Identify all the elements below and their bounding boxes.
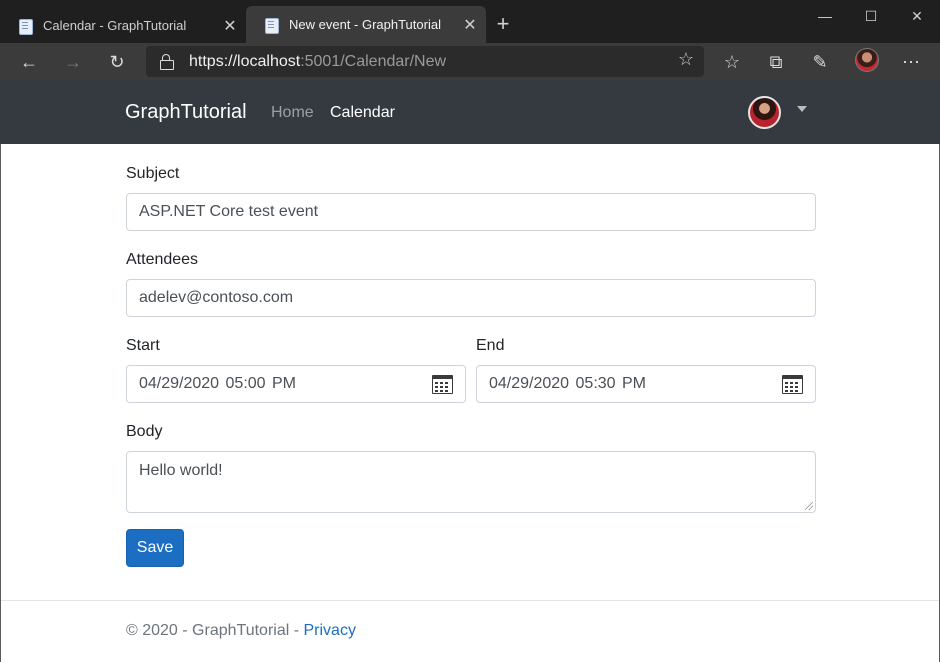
- maximize-icon[interactable]: ☐: [848, 6, 894, 26]
- start-datetime-input[interactable]: 04/29/2020 05:00 PM: [126, 365, 466, 403]
- body-label: Body: [126, 423, 163, 440]
- footer-copyright: © 2020 - GraphTutorial -: [126, 622, 304, 639]
- chevron-down-icon[interactable]: [797, 106, 807, 112]
- close-window-icon[interactable]: ✕: [894, 6, 940, 26]
- collections-icon[interactable]: ⧉: [763, 49, 789, 75]
- subject-input[interactable]: ASP.NET Core test event: [126, 193, 816, 231]
- minimize-icon[interactable]: —: [802, 6, 848, 26]
- end-label: End: [476, 337, 505, 354]
- browser-tab-new-event[interactable]: New event - GraphTutorial ✕: [246, 6, 486, 43]
- back-arrow-icon[interactable]: ←: [16, 49, 42, 75]
- app-navbar: GraphTutorial Home Calendar: [0, 80, 940, 144]
- brand-logo-text[interactable]: GraphTutorial: [125, 101, 247, 124]
- close-icon[interactable]: ✕: [222, 16, 238, 36]
- page-favicon-icon: [17, 18, 33, 35]
- footer: © 2020 - GraphTutorial - Privacy: [126, 622, 356, 640]
- forward-arrow-icon[interactable]: →: [60, 49, 86, 75]
- favorite-star-icon[interactable]: ☆: [678, 49, 694, 70]
- save-button[interactable]: Save: [126, 529, 184, 567]
- window-border: [0, 144, 1, 662]
- body-textarea[interactable]: Hello world!: [126, 451, 816, 513]
- refresh-icon[interactable]: ↻: [104, 49, 130, 75]
- tab-title: Calendar - GraphTutorial: [43, 18, 187, 33]
- resize-grip-icon[interactable]: [805, 502, 813, 510]
- start-label: Start: [126, 337, 160, 354]
- footer-divider: [0, 600, 940, 601]
- privacy-link[interactable]: Privacy: [304, 622, 356, 639]
- page-favicon-icon: [263, 17, 279, 34]
- feedback-icon[interactable]: ✎: [807, 49, 833, 75]
- nav-link-home[interactable]: Home: [271, 104, 314, 122]
- close-icon[interactable]: ✕: [462, 15, 478, 35]
- user-avatar[interactable]: [748, 96, 781, 129]
- address-bar[interactable]: https://localhost:5001/Calendar/New ☆: [146, 46, 704, 77]
- url-text: https://localhost:5001/Calendar/New: [189, 53, 447, 70]
- new-tab-plus-icon[interactable]: +: [494, 12, 512, 36]
- browser-tab-strip: Calendar - GraphTutorial ✕ New event - G…: [0, 0, 940, 43]
- subject-label: Subject: [126, 165, 180, 182]
- browser-tab-calendar[interactable]: Calendar - GraphTutorial ✕: [0, 8, 246, 43]
- lock-icon: [160, 54, 174, 70]
- end-datetime-input[interactable]: 04/29/2020 05:30 PM: [476, 365, 816, 403]
- nav-link-calendar[interactable]: Calendar: [330, 104, 395, 122]
- calendar-icon[interactable]: [782, 375, 803, 394]
- attendees-label: Attendees: [126, 251, 199, 268]
- more-options-icon[interactable]: ⋯: [898, 49, 924, 75]
- browser-profile-avatar[interactable]: [855, 48, 879, 72]
- browser-toolbar: ← → ↻ https://localhost:5001/Calendar/Ne…: [0, 43, 940, 80]
- favorites-list-icon[interactable]: ☆: [719, 49, 745, 75]
- tab-title: New event - GraphTutorial: [289, 17, 441, 32]
- calendar-icon[interactable]: [432, 375, 453, 394]
- attendees-input[interactable]: adelev@contoso.com: [126, 279, 816, 317]
